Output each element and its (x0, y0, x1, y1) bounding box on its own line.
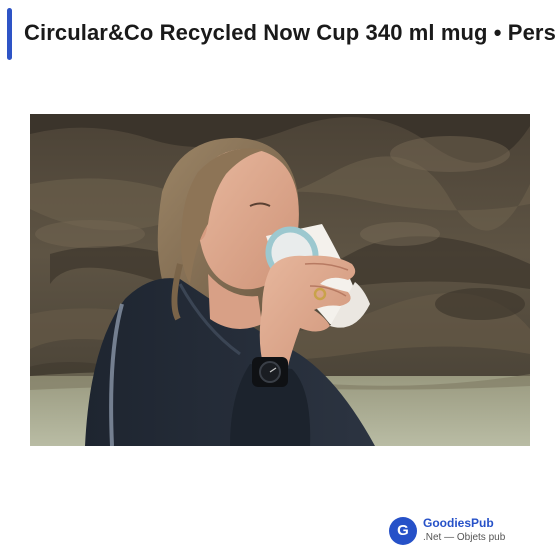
title-accent-bar (7, 8, 12, 60)
photo-woman-drinking-from-cup-icon (30, 114, 530, 446)
brand-logo: G (389, 517, 417, 545)
page-title: Circular&Co Recycled Now Cup 340 ml mug … (24, 20, 556, 45)
product-photo (30, 114, 530, 446)
page: Circular&Co Recycled Now Cup 340 ml mug … (0, 0, 560, 560)
brand-tagline: .Net — Objets pub (423, 532, 506, 543)
title-bar: Circular&Co Recycled Now Cup 340 ml mug … (0, 8, 560, 60)
brand-name: GoodiesPub (423, 516, 494, 530)
footer-brand[interactable]: G GoodiesPub .Net — Objets pub (389, 515, 549, 549)
